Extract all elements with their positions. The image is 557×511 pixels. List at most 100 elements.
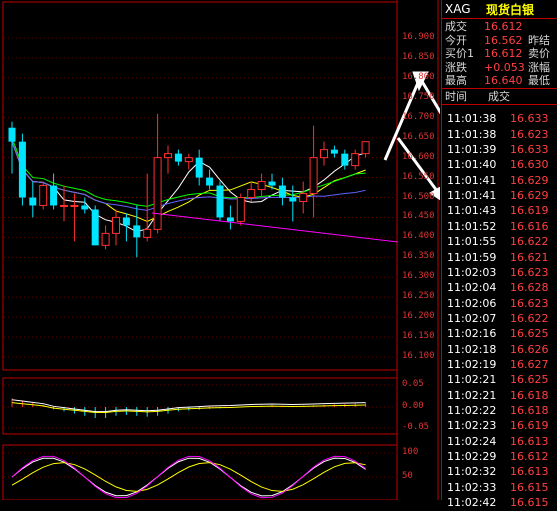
tick-row[interactable]: 11:02:07 16.622: [442, 311, 557, 327]
tick-price: 16.613: [510, 434, 549, 448]
price-axis-label: 16.150: [402, 331, 435, 342]
tick-row[interactable]: 11:01:40 16.630: [442, 157, 557, 173]
tick-row[interactable]: 11:02:32 16.613: [442, 464, 557, 480]
tick-row[interactable]: 11:02:06 16.623: [442, 296, 557, 312]
tick-row[interactable]: 11:02:16 16.625: [442, 326, 557, 342]
price-axis-label: 16.100: [402, 351, 435, 361]
tick-row[interactable]: 11:02:21 16.625: [442, 372, 557, 388]
candle-body: [70, 204, 79, 207]
candle-body: [143, 228, 152, 238]
tick-time: 11:02:32: [447, 465, 497, 479]
tick-row[interactable]: 11:02:33 16.615: [442, 480, 557, 496]
candle-body: [153, 157, 162, 230]
quote-row: 成交 16.612: [442, 20, 557, 34]
candle-body: [330, 149, 338, 154]
tick-time: 11:01:38: [447, 127, 497, 141]
tick-time: 11:02:21: [447, 373, 497, 387]
tick-row[interactable]: 11:01:43 16.619: [442, 203, 557, 219]
tick-price: 16.615: [510, 496, 549, 510]
tick-price: 16.622: [510, 311, 549, 325]
tick-row[interactable]: 11:02:29 16.612: [442, 449, 557, 465]
quote-row: 今开 16.562 昨结: [442, 34, 557, 48]
tick-row[interactable]: 11:02:03 16.623: [442, 265, 557, 281]
candle-body: [112, 216, 120, 234]
symbol-code: XAG: [445, 2, 471, 16]
chart-area[interactable]: 16.900 16.850 16.800 16.750 16.700 16.650 16.6…: [0, 0, 533, 501]
quote-value: 16.562: [484, 33, 523, 47]
tick-price: 16.622: [510, 235, 549, 249]
candle-body: [122, 217, 130, 226]
tick-row[interactable]: 11:01:38 16.633: [442, 111, 557, 127]
tick-row[interactable]: 11:02:22 16.618: [442, 403, 557, 419]
candle-body: [174, 153, 182, 162]
tick-row[interactable]: 11:02:23 16.619: [442, 418, 557, 434]
tick-row[interactable]: 11:02:19 16.627: [442, 357, 557, 373]
quote-row: 涨跌 +0.053 涨幅: [442, 61, 557, 75]
candle-body: [289, 197, 297, 202]
candle-body: [247, 189, 256, 198]
candle-body: [299, 193, 308, 202]
price-axis-label: 16.600: [402, 151, 435, 162]
tick-time: 11:01:41: [447, 173, 497, 187]
tick-row[interactable]: 11:02:21 16.618: [442, 388, 557, 404]
quote-panel: XAG 现货白银 成交 16.612 今开 16.562 昨结 买价1 16.612 卖价 涨跌…: [441, 0, 557, 509]
price-grid: [4, 37, 397, 478]
candle-body: [81, 205, 89, 210]
price-axis-label: 16.650: [402, 131, 435, 142]
tick-price: 16.612: [510, 450, 549, 464]
candle-body: [133, 225, 141, 238]
tick-price: 16.619: [510, 204, 549, 218]
tick-row[interactable]: 11:02:42 16.615: [442, 495, 557, 511]
tick-time: 11:02:24: [447, 434, 497, 448]
symbol-name: 现货白银: [486, 3, 535, 17]
candle-body: [226, 217, 234, 222]
tick-time: 11:02:19: [447, 357, 497, 371]
tick-row[interactable]: 11:02:18 16.626: [442, 342, 557, 358]
tick-price: 16.623: [510, 296, 549, 310]
tick-price: 16.633: [510, 143, 549, 157]
tick-row[interactable]: 11:02:24 16.613: [442, 434, 557, 450]
price-axis-label: 16.700: [402, 111, 435, 122]
candle-body: [8, 127, 16, 142]
tick-header: 时间 成交: [442, 89, 557, 105]
quote-extra-label: 涨幅: [528, 60, 550, 74]
macd-axis-label: 0.00: [402, 401, 424, 411]
macd-bars: [11, 398, 367, 418]
candle-body: [195, 157, 203, 178]
tick-header-time: 时间: [445, 90, 467, 103]
candle-body: [164, 153, 172, 159]
candle-body: [278, 185, 286, 198]
tick-row[interactable]: 11:01:52 16.616: [442, 219, 557, 235]
tick-price: 16.613: [510, 465, 549, 479]
tick-row[interactable]: 11:01:41 16.629: [442, 188, 557, 204]
tick-row[interactable]: 11:01:41 16.629: [442, 173, 557, 189]
candle-body: [101, 232, 110, 246]
price-axis-label: 16.450: [402, 211, 435, 222]
quote-label: 成交: [445, 20, 467, 33]
tick-row[interactable]: 11:02:04 16.628: [442, 280, 557, 296]
price-axis-label: 16.300: [402, 271, 435, 282]
macd-axis-label: -0.05: [402, 422, 430, 432]
candle-body: [268, 181, 276, 186]
quote-value: +0.053: [484, 60, 525, 74]
tick-row[interactable]: 11:01:59 16.621: [442, 250, 557, 266]
tick-row[interactable]: 11:01:38 16.623: [442, 127, 557, 143]
tick-price: 16.627: [510, 357, 549, 371]
price-axis-label: 16.850: [402, 51, 435, 62]
tick-time: 11:01:39: [447, 143, 497, 157]
tick-time: 11:01:40: [447, 158, 497, 172]
tick-price: 16.628: [510, 281, 549, 295]
quote-extra-label: 最低: [528, 74, 550, 88]
price-axis-label: 16.800: [402, 71, 435, 82]
tick-time: 11:02:21: [447, 388, 497, 402]
tick-price: 16.618: [510, 388, 549, 402]
tick-time: 11:02:29: [447, 450, 497, 464]
tick-row[interactable]: 11:01:55 16.622: [442, 234, 557, 250]
quote-extra-label: 昨结: [528, 33, 550, 47]
tick-time: 11:01:38: [447, 112, 497, 126]
candle-body: [50, 185, 58, 206]
tick-time: 11:01:41: [447, 189, 497, 203]
candle-body: [184, 157, 193, 163]
candlestick-chart[interactable]: [0, 0, 533, 501]
tick-row[interactable]: 11:01:39 16.633: [442, 142, 557, 158]
